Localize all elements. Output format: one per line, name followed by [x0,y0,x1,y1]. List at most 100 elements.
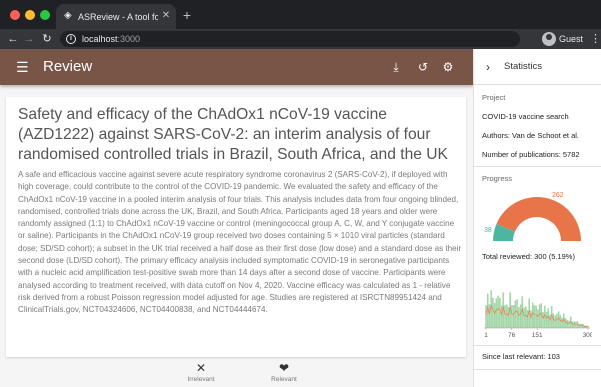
paper-title: Safety and efficacy of the ChAdOx1 nCoV-… [18,106,448,163]
histogram-bar [488,304,491,328]
project-name: COVID-19 vaccine search [482,112,569,121]
minimize-window-button[interactable] [25,10,35,20]
relevant-button[interactable]: ❤ Relevant [254,361,314,385]
histogram-bar [512,305,515,328]
url-text: localhost:3000 [82,33,140,45]
divider [474,345,601,346]
histogram-bar [566,319,569,328]
histogram-tick-label: 151 [532,332,543,339]
profile-button[interactable]: Guest [542,32,588,46]
histogram-bar [493,303,496,328]
new-tab-icon[interactable]: + [180,8,194,22]
histogram-bar [538,304,541,328]
histogram-bar [486,293,489,328]
histogram-bar [561,317,563,328]
histogram-bar [557,311,560,328]
histogram-bar [535,305,537,328]
since-last-relevant: Since last relevant: 103 [482,352,560,361]
histogram-bar [552,313,555,328]
histogram-bar [543,305,546,328]
histogram-bar [519,304,522,328]
browser-menu-icon[interactable]: ⋮ [590,32,601,46]
url-host: localhost [82,34,118,44]
total-reviewed: Total reviewed: 300 (5.19%) [482,252,575,261]
histogram-bars [485,290,589,328]
histogram-bar [537,309,539,328]
heart-icon: ❤ [278,361,290,375]
histogram-bar [556,313,558,328]
download-icon[interactable]: ⤓ [388,59,404,75]
maximize-window-button[interactable] [40,10,50,20]
histogram-bar [485,304,487,328]
histogram-bar [523,307,525,328]
histogram-bar [542,312,544,328]
histogram-tick-label: 76 [508,332,516,339]
settings-icon[interactable]: ⚙ [440,59,456,75]
histogram-bar [511,305,513,328]
record-card: Safety and efficacy of the ChAdOx1 nCoV-… [6,97,466,357]
relevant-label: Relevant [271,376,297,383]
histogram-bar [554,315,556,328]
histogram-bar [492,297,494,328]
browser-tab[interactable]: ◈ ASReview - A tool for AI-assist ✕ [56,4,176,29]
histogram-bar [526,310,529,328]
asreview-app: ☰ Review ⤓ ↺ ⚙ Safety and efficacy of th… [0,49,601,387]
histogram-bar [530,310,532,328]
progress-label: Progress [482,174,513,183]
progress-gauge: 262 38 [484,192,581,241]
number-of-publications: Number of publications: 5782 [482,150,580,159]
page-title: Review [43,58,93,75]
histogram-bar [514,300,517,328]
history-icon[interactable]: ↺ [415,59,431,75]
histogram-bar [531,302,534,328]
histogram-bar [497,295,499,328]
divider [474,369,601,370]
histogram-bar [559,315,562,328]
address-bar[interactable]: i localhost:3000 [60,31,520,47]
forward-arrow-icon[interactable]: → [22,32,36,46]
histogram-x-ticks: 1 76 151 300 [484,328,592,339]
histogram-tick-label: 300 [583,332,592,339]
histogram-bar [524,306,527,328]
reload-icon[interactable]: ↻ [40,32,54,46]
project-authors: Authors: Van de Schoot et al. [482,131,580,140]
histogram-bar [516,299,518,328]
chevron-right-icon[interactable]: › [486,59,496,75]
asreview-favicon-icon: ◈ [64,10,72,21]
gauge-irrelevant-count: 262 [552,192,564,199]
histogram-bar [533,305,536,328]
url-port: :3000 [117,34,141,44]
histogram-bar [504,305,506,328]
histogram-bar [505,304,508,328]
histogram-bar [549,314,551,328]
browser-tab-bar: ◈ ASReview - A tool for AI-assist ✕ + [0,0,601,29]
close-icon: ✕ [195,361,207,375]
histogram-bar [580,323,582,328]
statistics-title: Statistics [504,61,543,72]
profile-avatar-icon [542,32,556,46]
browser-toolbar: ← → ↻ i localhost:3000 Guest ⋮ [0,29,601,49]
irrelevant-label: Irrelevant [187,376,215,383]
histogram-bar [568,320,570,328]
menu-icon[interactable]: ☰ [16,60,30,74]
paper-abstract: A safe and efficacious vaccine against s… [18,170,462,315]
histogram-bar [495,298,498,328]
close-window-button[interactable] [10,10,20,20]
histogram-bar [564,318,567,328]
histogram-bar [575,321,577,328]
divider [474,166,601,167]
back-arrow-icon[interactable]: ← [6,32,20,46]
histogram-bar [545,311,548,328]
histogram-bar [518,307,520,328]
irrelevant-button[interactable]: ✕ Irrelevant [171,361,231,385]
tab-close-icon[interactable]: ✕ [160,10,172,22]
histogram-bar [500,305,503,328]
app-bar: ☰ Review ⤓ ↺ ⚙ [0,49,473,85]
tab-title: ASReview - A tool for AI-assist [78,12,158,22]
info-icon[interactable]: i [66,34,76,44]
statistics-panel: › Statistics Project COVID-19 vaccine se… [473,49,601,387]
histogram-bar [499,297,501,328]
profile-label: Guest [559,34,584,44]
histogram-bar [507,306,510,328]
statistics-header: › Statistics [474,49,601,85]
